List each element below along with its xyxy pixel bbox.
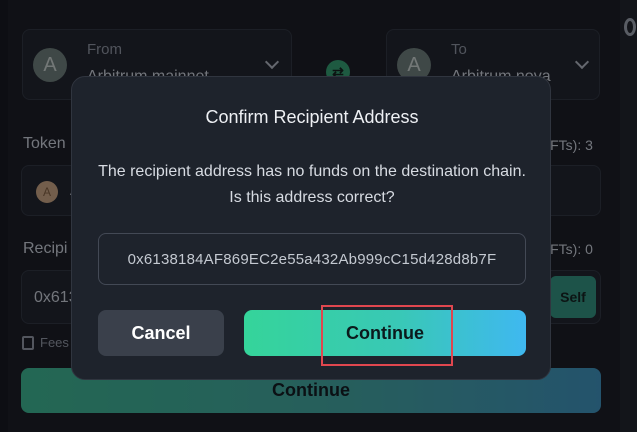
recipient-address-display: 0x6138184AF869EC2e55a432Ab999cC15d428d8b… <box>98 233 526 285</box>
confirm-recipient-dialog: Confirm Recipient Address The recipient … <box>71 76 551 380</box>
highlight-box <box>321 305 453 366</box>
dialog-title: Confirm Recipient Address <box>205 107 419 127</box>
cancel-button[interactable]: Cancel <box>98 310 224 356</box>
dialog-message: The recipient address has no funds on th… <box>98 163 526 206</box>
